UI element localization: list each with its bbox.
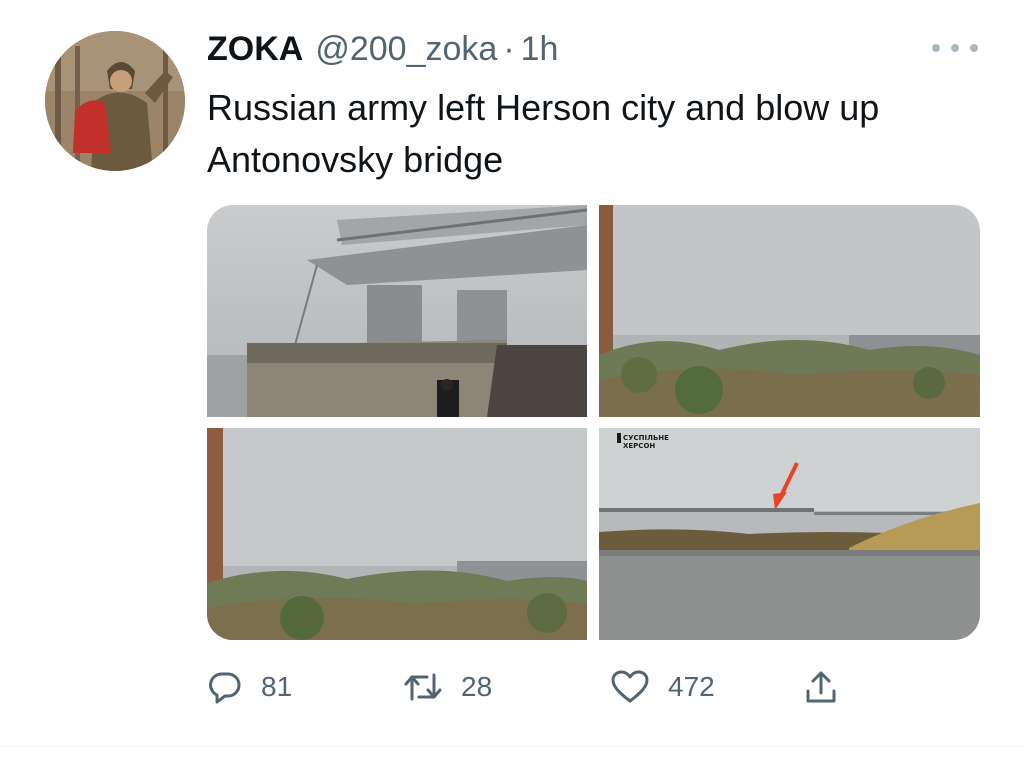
divider: [0, 746, 1024, 747]
tweet-timestamp[interactable]: 1h: [521, 30, 559, 68]
separator-dot: ·: [503, 30, 515, 68]
reply-icon: [207, 669, 243, 705]
reply-button[interactable]: 81: [207, 662, 292, 712]
photo-bridge-distance[interactable]: [599, 205, 980, 417]
like-count: 472: [668, 671, 715, 702]
retweet-icon: [403, 669, 443, 705]
photo-river-bridge-arrow[interactable]: СУСПІЛЬНЕ ХЕРСОН: [599, 428, 980, 640]
retweet-count: 28: [461, 671, 493, 702]
media-grid: СУСПІЛЬНЕ ХЕРСОН: [207, 205, 980, 640]
author-name[interactable]: ZOKA: [207, 30, 303, 68]
like-button[interactable]: 472: [610, 662, 715, 712]
tweet-header: ZOKA @200_zoka · 1h: [207, 28, 558, 70]
more-dot: [970, 44, 978, 52]
photo-bridge-distance-2[interactable]: [207, 428, 587, 640]
more-dot: [932, 44, 940, 52]
photo-bridge-pillar[interactable]: [207, 205, 587, 417]
more-dot: [951, 44, 959, 52]
share-button[interactable]: [803, 662, 839, 712]
like-icon: [610, 669, 650, 705]
tweet-text: Russian army left Herson city and blow u…: [207, 87, 880, 180]
avatar[interactable]: [45, 31, 185, 171]
more-icon[interactable]: [932, 40, 978, 56]
author-handle[interactable]: @200_zoka: [315, 30, 497, 68]
photo-watermark: СУСПІЛЬНЕ ХЕРСОН: [623, 434, 669, 450]
share-icon: [803, 669, 839, 705]
retweet-button[interactable]: 28: [403, 662, 492, 712]
avatar-image: [45, 31, 185, 171]
reply-count: 81: [261, 671, 293, 702]
tweet-actions: 81 28 472: [207, 662, 907, 712]
